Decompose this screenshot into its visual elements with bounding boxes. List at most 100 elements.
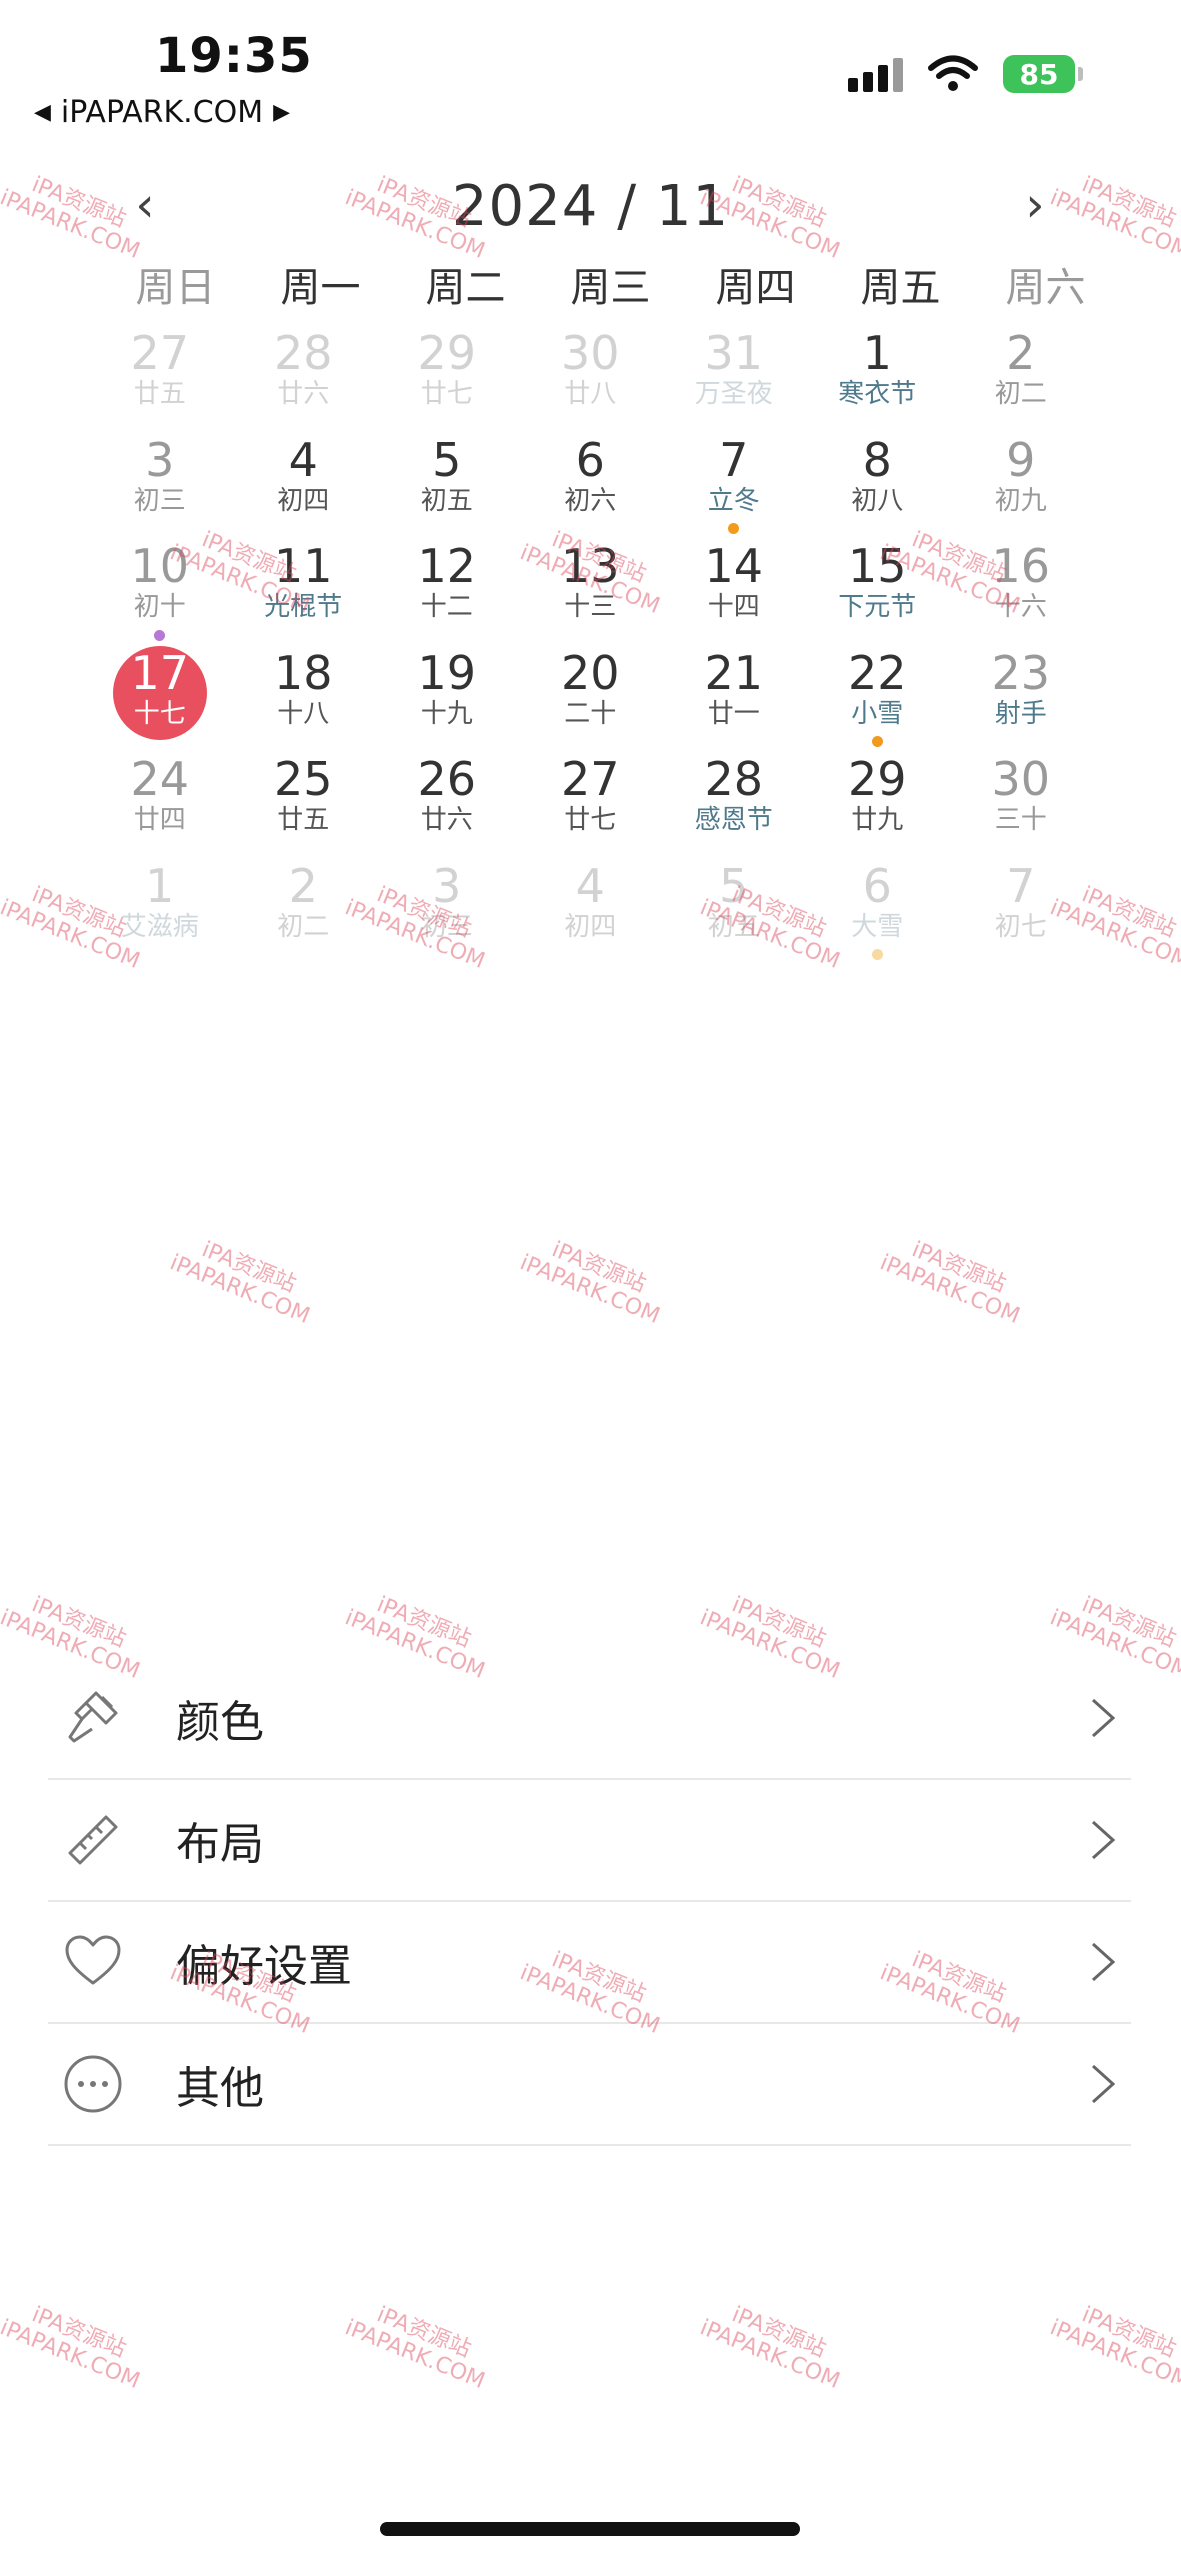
lunar-label: 廿七 bbox=[420, 379, 473, 409]
day-number: 5 bbox=[432, 432, 462, 487]
weekday-label: 周四 bbox=[715, 265, 796, 311]
watermark: iPA资源站 iPAPARK.COM bbox=[1046, 2294, 1181, 2394]
calendar-day[interactable]: 30 廿八 bbox=[519, 327, 663, 434]
lunar-label: 十七 bbox=[133, 698, 186, 729]
calendar-day[interactable]: 26 廿六 bbox=[375, 753, 519, 860]
calendar-day[interactable]: 2 初二 bbox=[949, 327, 1093, 434]
day-number: 4 bbox=[288, 432, 318, 487]
day-number: 6 bbox=[575, 432, 605, 487]
day-number: 8 bbox=[862, 432, 892, 487]
menu-item-color[interactable]: 颜色 bbox=[48, 1658, 1131, 1780]
lunar-label: 初五 bbox=[420, 485, 473, 516]
calendar-day[interactable]: 25 廿五 bbox=[232, 753, 376, 860]
lunar-label: 廿六 bbox=[277, 379, 330, 409]
calendar-day[interactable]: 9 初九 bbox=[949, 434, 1093, 541]
calendar-day[interactable]: 23 射手 bbox=[949, 647, 1093, 754]
calendar-day[interactable]: 12 十二 bbox=[375, 540, 519, 647]
weekday-label: 周六 bbox=[1005, 265, 1086, 311]
lunar-label: 廿五 bbox=[133, 379, 186, 409]
settings-menu: 颜色 布局 偏好设置 其他 bbox=[48, 1658, 1131, 2146]
calendar-day[interactable]: 4 初四 bbox=[232, 434, 376, 541]
day-number: 28 bbox=[704, 752, 764, 806]
lunar-label: 十八 bbox=[277, 698, 330, 729]
calendar-day[interactable]: 20 二十 bbox=[519, 647, 663, 754]
cellular-signal-icon bbox=[848, 56, 903, 92]
day-number: 29 bbox=[847, 752, 907, 806]
day-number: 12 bbox=[417, 539, 477, 593]
calendar-day[interactable]: 1 寒衣节 bbox=[806, 327, 950, 434]
forward-arrow-icon: ▶ bbox=[273, 100, 291, 125]
calendar-day[interactable]: 31 万圣夜 bbox=[662, 327, 806, 434]
chevron-right-icon bbox=[1091, 1820, 1116, 1860]
calendar-grid: 27 廿五 28 廿六 29 廿七 30 廿八 31 万圣夜 1 寒衣节 2 初二 3 初三 4 初四 5 初五 6 初六… bbox=[88, 327, 1103, 966]
wifi-icon bbox=[928, 55, 978, 91]
day-number: 27 bbox=[560, 752, 620, 806]
lunar-label: 廿四 bbox=[133, 805, 186, 835]
day-number: 22 bbox=[847, 645, 907, 700]
calendar-day[interactable]: 28 廿六 bbox=[232, 327, 376, 434]
calendar-day[interactable]: 21 廿一 bbox=[662, 647, 806, 754]
day-number: 30 bbox=[560, 326, 620, 380]
calendar-day[interactable]: 19 十九 bbox=[375, 647, 519, 754]
day-number: 23 bbox=[991, 645, 1051, 700]
event-dot-icon bbox=[871, 949, 883, 960]
menu-item-label: 颜色 bbox=[176, 1697, 264, 1748]
day-number: 6 bbox=[862, 858, 892, 913]
day-number: 4 bbox=[575, 858, 605, 913]
calendar-day[interactable]: 30 三十 bbox=[949, 753, 1093, 860]
calendar-day[interactable]: 7 立冬 bbox=[662, 434, 806, 541]
day-number: 29 bbox=[417, 326, 477, 380]
lunar-label: 万圣夜 bbox=[694, 379, 773, 409]
calendar-day[interactable]: 18 十八 bbox=[232, 647, 376, 754]
weekday-label: 周日 bbox=[135, 265, 216, 311]
status-time: 19:35 bbox=[155, 28, 313, 84]
weekday-label: 周三 bbox=[570, 265, 651, 311]
calendar-day[interactable]: 28 感恩节 bbox=[662, 753, 806, 860]
battery-level: 85 bbox=[1019, 57, 1059, 91]
calendar-day[interactable]: 14 十四 bbox=[662, 540, 806, 647]
menu-item-other[interactable]: 其他 bbox=[48, 2024, 1131, 2146]
lunar-label: 初四 bbox=[564, 911, 617, 942]
day-number: 1 bbox=[862, 326, 892, 380]
calendar-day[interactable]: 27 廿五 bbox=[88, 327, 232, 434]
lunar-label: 十九 bbox=[420, 698, 473, 729]
weekday-label: 周二 bbox=[425, 265, 506, 311]
calendar-day[interactable]: 5 初五 bbox=[375, 434, 519, 541]
heart-icon bbox=[65, 1935, 121, 1985]
day-number: 30 bbox=[991, 752, 1051, 806]
day-number: 18 bbox=[273, 645, 333, 700]
lunar-label: 初二 bbox=[994, 379, 1047, 409]
watermark: iPA资源站 iPAPARK.COM bbox=[0, 2294, 152, 2394]
home-indicator[interactable] bbox=[380, 2522, 800, 2536]
back-link-label: iPAPARK.COM bbox=[60, 95, 264, 130]
chevron-right-icon bbox=[1091, 1698, 1116, 1738]
month-title: 2024 / 11 bbox=[451, 174, 730, 239]
lunar-label: 射手 bbox=[994, 698, 1047, 729]
calendar-day[interactable]: 4 初四 bbox=[519, 860, 663, 967]
day-number: 2 bbox=[1006, 326, 1036, 380]
event-dot-icon bbox=[154, 629, 166, 641]
day-number: 19 bbox=[417, 645, 477, 700]
calendar-day[interactable]: 29 廿七 bbox=[375, 327, 519, 434]
lunar-label: 廿七 bbox=[564, 805, 617, 835]
calendar-day[interactable]: 24 廿四 bbox=[88, 753, 232, 860]
event-dot-icon bbox=[871, 736, 883, 747]
back-to-app-link[interactable]: ◀ iPAPARK.COM ▶ bbox=[34, 95, 290, 130]
lunar-label: 初八 bbox=[851, 485, 904, 516]
day-number: 7 bbox=[719, 432, 749, 487]
calendar-day[interactable]: 27 廿七 bbox=[519, 753, 663, 860]
watermark: iPA资源站 iPAPARK.COM bbox=[516, 1229, 671, 1329]
lunar-label: 廿五 bbox=[277, 805, 330, 835]
calendar-day-today[interactable]: 17 十七 bbox=[88, 645, 232, 754]
lunar-label: 廿八 bbox=[564, 379, 617, 409]
menu-item-label: 其他 bbox=[176, 2063, 264, 2114]
day-number: 25 bbox=[273, 752, 333, 806]
calendar-day[interactable]: 3 初三 bbox=[88, 434, 232, 541]
calendar-day[interactable]: 29 廿九 bbox=[806, 753, 950, 860]
ruler-icon bbox=[68, 1815, 118, 1865]
weekday-label: 周一 bbox=[280, 265, 361, 311]
calendar-day[interactable]: 8 初八 bbox=[806, 434, 950, 541]
calendar-day[interactable]: 22 小雪 bbox=[806, 647, 950, 754]
lunar-label: 初四 bbox=[277, 485, 330, 516]
menu-item-layout[interactable]: 布局 bbox=[48, 1780, 1131, 1902]
